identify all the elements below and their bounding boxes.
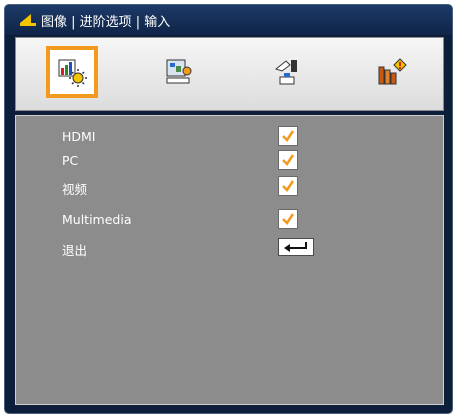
pc-checkbox[interactable] [278, 150, 298, 170]
menu-item-label: HDMI [62, 129, 96, 144]
menu-tab-bar [15, 37, 444, 111]
video-checkbox[interactable] [278, 176, 298, 196]
menu-item-pc[interactable]: PC [16, 150, 443, 172]
tab-image[interactable] [46, 46, 98, 98]
menu-item-label: PC [62, 153, 79, 168]
menu-item-label: 视频 [62, 182, 88, 197]
options-info-icon [378, 58, 407, 85]
menu-item-hdmi[interactable]: HDMI [16, 126, 443, 148]
tab-display[interactable] [153, 46, 205, 98]
checkmark-icon [282, 130, 295, 142]
menu-item-exit[interactable]: 退出 [16, 237, 443, 259]
osd-window: 图像 | 进阶选项 | 输入 HDMI PC 视频 Multimedia 退出 [4, 4, 453, 414]
page-title: 图像 | 进阶选项 | 输入 [41, 15, 171, 30]
title-bar: 图像 | 进阶选项 | 输入 [5, 5, 452, 35]
menu-item-video[interactable]: 视频 [16, 176, 443, 198]
multimedia-checkbox[interactable] [278, 209, 298, 229]
tab-setup[interactable] [261, 46, 313, 98]
image-settings-icon [58, 59, 87, 87]
menu-item-multimedia[interactable]: Multimedia [16, 209, 443, 231]
tab-options[interactable] [366, 46, 418, 98]
display-settings-icon [166, 59, 192, 84]
checkmark-icon [282, 180, 295, 192]
enter-button[interactable] [278, 238, 314, 256]
exit-label: 退出 [62, 243, 88, 258]
enter-key-icon [284, 242, 307, 252]
menu-panel: HDMI PC 视频 Multimedia 退出 [15, 115, 444, 405]
menu-folder-icon [20, 14, 36, 26]
checkmark-icon [282, 154, 295, 166]
setup-icon [274, 60, 297, 85]
checkmark-icon [282, 213, 295, 225]
hdmi-checkbox[interactable] [278, 126, 298, 146]
menu-item-label: Multimedia [62, 212, 132, 227]
